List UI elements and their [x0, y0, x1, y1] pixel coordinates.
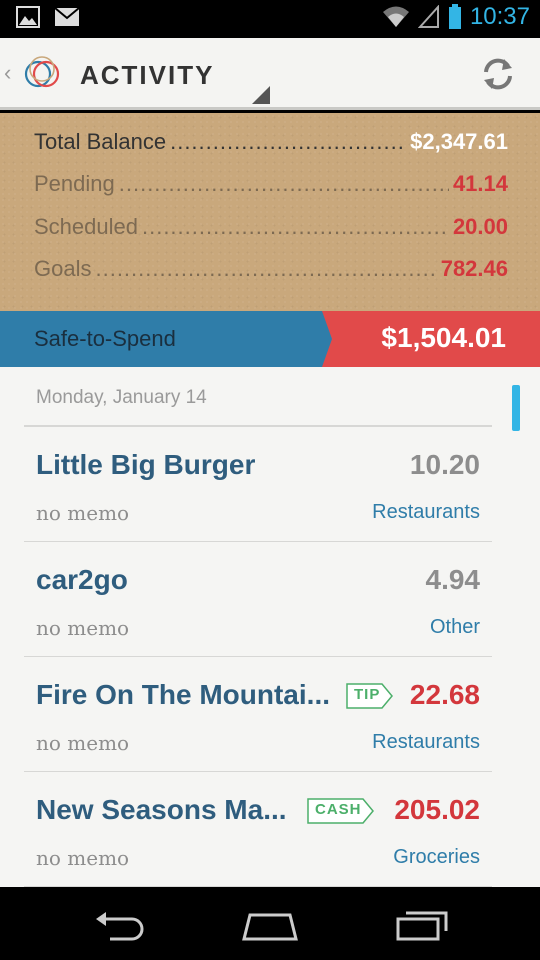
- leader-dots: [119, 171, 449, 197]
- navigation-bar: [0, 887, 540, 960]
- chevron-left-icon[interactable]: ‹: [4, 60, 11, 86]
- pending-row[interactable]: Pending 41.14: [34, 171, 508, 205]
- scheduled-label: Scheduled: [34, 214, 138, 239]
- transaction-amount: 10.20: [409, 449, 480, 480]
- transaction-name: Fire On The Mountai...: [36, 679, 330, 710]
- transaction-name: New Seasons Ma...: [36, 794, 287, 825]
- transaction-memo: no memo: [36, 616, 130, 640]
- goals-row[interactable]: Goals 782.46: [34, 256, 508, 290]
- wifi-icon: [382, 6, 409, 27]
- home-icon[interactable]: [240, 905, 300, 945]
- action-bar: ‹ ACTIVITY: [0, 38, 540, 110]
- transaction-category[interactable]: Other: [430, 616, 480, 639]
- activity-list[interactable]: Monday, January 14 Little Big Burger 10.…: [0, 367, 540, 887]
- transaction-amount: 22.68: [409, 679, 480, 710]
- total-balance-value: $2,347.61: [410, 129, 508, 154]
- dropdown-indicator-icon[interactable]: [252, 86, 270, 104]
- goals-value: 782.46: [440, 256, 508, 281]
- transaction-row[interactable]: Little Big Burger 10.20 no memo Restaura…: [24, 427, 492, 542]
- tip-tag: TIP: [346, 683, 402, 709]
- pending-label: Pending: [34, 171, 115, 196]
- clock: 10:37: [469, 3, 530, 30]
- arrow-divider: [322, 311, 332, 367]
- system-icons: 10:37: [382, 3, 530, 31]
- gmail-icon: [54, 7, 80, 26]
- scrollbar[interactable]: [512, 385, 520, 431]
- back-icon[interactable]: [90, 905, 150, 945]
- safe-to-spend-bar[interactable]: Safe-to-Spend $1,504.01: [0, 311, 540, 367]
- safe-to-spend-value: $1,504.01: [381, 322, 506, 353]
- page-title[interactable]: ACTIVITY: [80, 60, 214, 91]
- transaction-row[interactable]: car2go 4.94 no memo Other: [24, 542, 492, 657]
- transaction-category[interactable]: Restaurants: [372, 501, 480, 524]
- transaction-category[interactable]: Groceries: [393, 846, 480, 869]
- cash-tag: CASH: [307, 798, 384, 824]
- transaction-amount: 205.02: [394, 794, 480, 825]
- transaction-name: car2go: [36, 564, 128, 595]
- total-balance-row[interactable]: Total Balance $2,347.61: [34, 129, 508, 163]
- transaction-memo: no memo: [36, 501, 130, 525]
- safe-to-spend-label: Safe-to-Spend: [34, 326, 176, 351]
- image-icon: [16, 6, 40, 28]
- leader-dots: [95, 256, 436, 282]
- total-balance-label: Total Balance: [34, 129, 167, 154]
- notification-icons: [16, 6, 80, 28]
- scheduled-value: 20.00: [452, 214, 508, 239]
- transaction-name: Little Big Burger: [36, 449, 256, 480]
- transaction-category[interactable]: Restaurants: [372, 731, 480, 754]
- transaction-row[interactable]: New Seasons Ma... CASH 205.02 no memo Gr…: [24, 772, 492, 887]
- battery-icon: [448, 4, 461, 29]
- refresh-icon[interactable]: [480, 56, 516, 92]
- pending-value: 41.14: [452, 171, 508, 196]
- date-header: Monday, January 14: [36, 387, 207, 408]
- leader-dots: [142, 214, 449, 240]
- tag-label: CASH: [315, 801, 362, 818]
- app-logo-icon[interactable]: [22, 54, 62, 94]
- tag-label: TIP: [354, 686, 381, 703]
- transaction-memo: no memo: [36, 731, 130, 755]
- status-bar: 10:37: [0, 0, 540, 38]
- signal-icon: [417, 5, 439, 28]
- leader-dots: [170, 129, 406, 155]
- recents-icon[interactable]: [392, 905, 452, 945]
- transaction-amount: 4.94: [425, 564, 481, 595]
- scheduled-row[interactable]: Scheduled 20.00: [34, 214, 508, 248]
- transaction-memo: no memo: [36, 846, 130, 870]
- transaction-row[interactable]: Fire On The Mountai... TIP 22.68 no memo…: [24, 657, 492, 772]
- goals-label: Goals: [34, 256, 92, 281]
- balance-panel: Total Balance $2,347.61 Pending 41.14 Sc…: [0, 113, 540, 311]
